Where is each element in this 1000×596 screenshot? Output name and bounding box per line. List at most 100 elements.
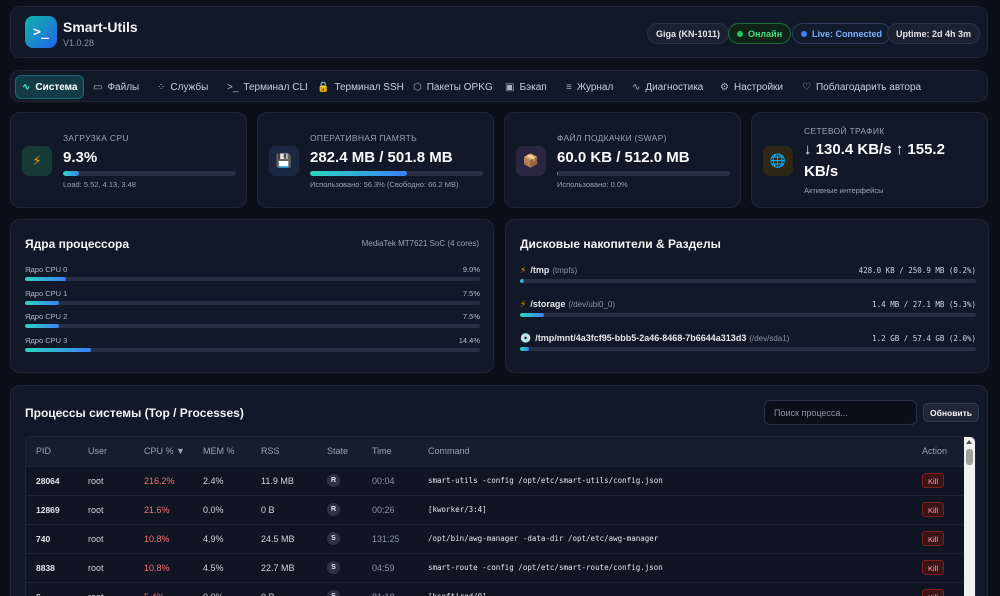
bolt-icon: ⚡ <box>22 146 52 176</box>
tab-thank-author[interactable]: ♡ Поблагодарить автора <box>796 75 927 99</box>
core-progress <box>25 324 480 328</box>
net-value-line1: ↓ 130.4 KB/s ↑ 155.2 <box>804 141 945 158</box>
kill-button[interactable]: Kill <box>922 473 945 488</box>
kill-button[interactable]: Kill <box>922 560 945 575</box>
tab-label: Терминал SSH <box>334 81 404 93</box>
kill-button[interactable]: Kill <box>922 531 945 546</box>
swap-card: 📦 ФАЙЛ ПОДКАЧКИ (SWAP) 60.0 KB / 512.0 M… <box>504 112 741 208</box>
table-row: 28064 root 216.2% 2.4% 11.9 MB R 00:04 s… <box>26 465 965 495</box>
tab-settings[interactable]: ⚙ Настройки <box>714 75 789 99</box>
bolt-icon: ⚡ <box>520 299 527 309</box>
process-search-input[interactable] <box>764 400 917 425</box>
state-badge: S <box>327 590 340 596</box>
cell-pid: 8838 <box>26 552 78 582</box>
col-user[interactable]: User <box>78 437 134 466</box>
scroll-thumb[interactable] <box>966 449 973 465</box>
cell-mem: 0.0% <box>193 581 251 596</box>
cell-command: /opt/bin/awg-manager -data-dir /opt/etc/… <box>418 523 912 553</box>
cell-user: root <box>78 494 134 524</box>
state-badge: S <box>327 532 340 545</box>
core-progress <box>25 348 480 352</box>
cell-user: root <box>78 465 134 495</box>
disk-usage: 1.2 GB / 57.4 GB (2.0%) <box>872 334 976 343</box>
disks-panel: Дисковые накопители & Разделы ⚡/tmp (tmpf… <box>505 219 989 373</box>
cell-pid: 6 <box>26 581 78 596</box>
cell-rss: 0 B <box>251 494 317 524</box>
tab-label: Настройки <box>733 81 784 93</box>
cell-rss: 24.5 MB <box>251 523 317 553</box>
core-label: Ядро CPU 3 <box>25 336 68 345</box>
kill-button[interactable]: Kill <box>922 502 945 517</box>
scroll-up-arrow-icon[interactable] <box>966 440 972 444</box>
ram-progress <box>310 171 483 176</box>
disk-mount: /tmp <box>530 265 550 275</box>
col-rss[interactable]: RSS <box>251 437 317 466</box>
swap-progress <box>557 171 730 176</box>
tab-backup[interactable]: ▣ Бэкап <box>499 75 553 99</box>
cell-user: root <box>78 581 134 596</box>
core-label: Ядро CPU 1 <box>25 289 68 298</box>
list-icon: ≡ <box>566 81 572 93</box>
cpu-progress <box>63 171 236 176</box>
col-command[interactable]: Command <box>418 437 912 466</box>
cell-action: Kill <box>912 494 965 524</box>
cell-user: root <box>78 552 134 582</box>
cpu-cores-panel: Ядра процессора MediaTek MT7621 SoC (4 c… <box>10 219 494 373</box>
kill-button[interactable]: Kill <box>922 589 945 596</box>
core-progress-fill <box>25 301 60 305</box>
swap-value: 60.0 KB / 512.0 MB <box>557 149 690 166</box>
cpu-label: ЗАГРУЗКА CPU <box>63 133 129 143</box>
col-mem[interactable]: MEM % <box>193 437 251 466</box>
processes-panel: Процессы системы (Top / Processes) Обнов… <box>10 385 988 596</box>
cell-command: [kworker/3:4] <box>418 494 912 524</box>
status-badge: Онлайн <box>728 23 792 44</box>
cell-mem: 0.0% <box>193 494 251 524</box>
col-time[interactable]: Time <box>362 437 418 466</box>
tab-packages[interactable]: ⬡ Пакеты OPKG <box>407 75 499 99</box>
table-scrollbar[interactable] <box>964 437 975 596</box>
state-badge: S <box>327 561 340 574</box>
tab-terminal-ssh[interactable]: 🔒 Терминал SSH <box>311 75 410 99</box>
cell-cpu: 216.2% <box>134 465 193 495</box>
soc-label: MediaTek MT7621 SoC (4 cores) <box>361 239 479 248</box>
tab-system[interactable]: ∿ Система <box>15 75 85 99</box>
cell-cpu: 10.8% <box>134 552 193 582</box>
swap-progress-fill <box>557 171 559 176</box>
app-version: V1.0.28 <box>63 38 95 48</box>
tab-files[interactable]: ▭ Файлы <box>87 75 145 99</box>
disk-device: (tmpfs) <box>552 266 578 275</box>
disk-mount: /tmp/mnt/4a3fcf95-bbb5-2a46-8468-7b6644a… <box>535 333 747 343</box>
globe-icon: 🌐 <box>763 146 793 176</box>
cell-pid: 12869 <box>26 494 78 524</box>
heart-icon: ♡ <box>802 81 811 93</box>
net-value-line2: KB/s <box>804 163 839 180</box>
tab-diagnostics[interactable]: ∿ Диагностика <box>626 75 709 99</box>
tab-label: Бэкап <box>519 81 547 93</box>
tab-services[interactable]: ⁘ Службы <box>151 75 214 99</box>
tab-journal[interactable]: ≡ Журнал <box>560 75 619 99</box>
box-icon: 📦 <box>516 146 546 176</box>
cell-state: R <box>317 465 362 495</box>
core-percent: 14.4% <box>458 336 480 345</box>
cell-cpu: 10.8% <box>134 523 193 553</box>
activity-icon: ∿ <box>22 81 31 93</box>
device-badge: Giga (KN-1011) <box>647 23 730 44</box>
processes-table: PID User CPU % ▼ MEM % RSS State Time Co… <box>25 436 976 596</box>
tab-label: Система <box>35 81 78 93</box>
col-state[interactable]: State <box>317 437 362 466</box>
state-badge: R <box>327 503 340 516</box>
disk-usage: 1.4 MB / 27.1 MB (5.3%) <box>872 300 976 309</box>
cell-mem: 2.4% <box>193 465 251 495</box>
app-title: Smart-Utils <box>63 19 138 35</box>
col-pid[interactable]: PID <box>26 437 78 466</box>
cell-pid: 740 <box>26 523 78 553</box>
col-cpu[interactable]: CPU % ▼ <box>134 437 193 466</box>
pulse-icon: ∿ <box>632 81 641 93</box>
cell-time: 04:59 <box>362 552 418 582</box>
cell-time: 131:25 <box>362 523 418 553</box>
disk-name: 💿/tmp/mnt/4a3fcf95-bbb5-2a46-8468-7b6644… <box>520 333 789 344</box>
tab-terminal-cli[interactable]: >_ Терминал CLI <box>221 75 314 99</box>
refresh-button[interactable]: Обновить <box>923 403 980 422</box>
online-dot-icon <box>737 30 743 37</box>
gear-icon: ⚙ <box>720 81 729 93</box>
